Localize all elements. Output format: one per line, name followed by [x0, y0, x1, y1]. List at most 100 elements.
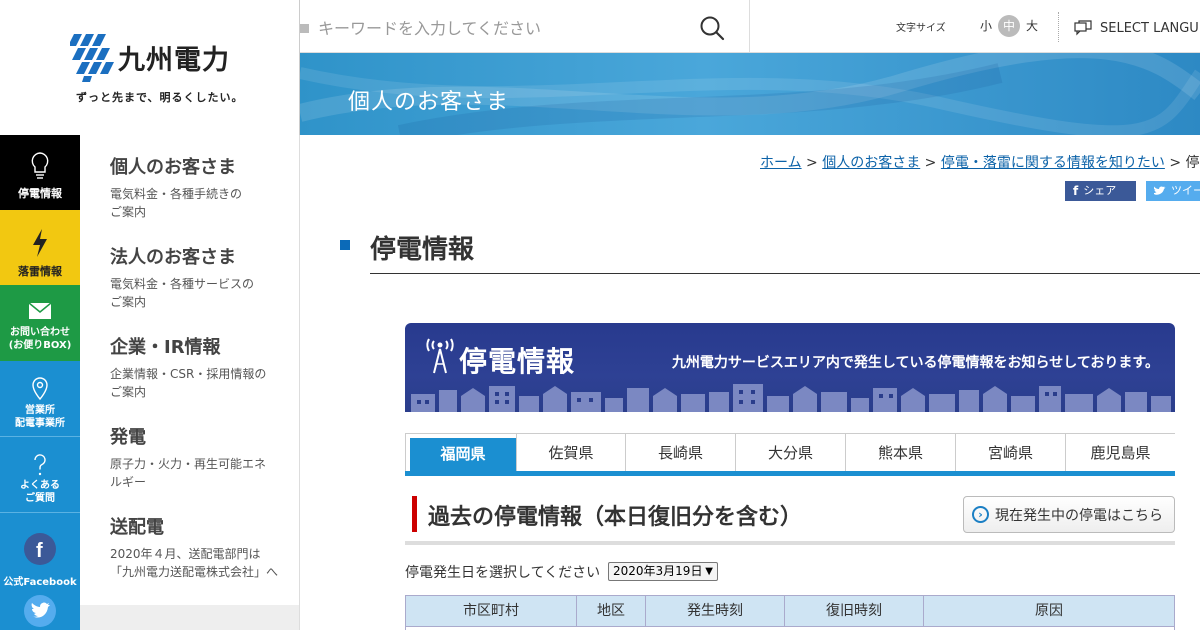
current-outage-label: 現在発生中の停電はこちら: [995, 507, 1163, 524]
logo-area: 九州電力 ずっと先まで、明るくしたい。: [0, 0, 300, 135]
sub-nav-title: 企業・IR情報: [110, 337, 221, 358]
table-header-cause: 原因: [923, 595, 1175, 627]
sub-nav-transmission[interactable]: 送配電 2020年４月、送配電部門は 「九州電力送配電株式会社」へ: [110, 513, 290, 581]
brand-tagline: ずっと先まで、明るくしたい。: [76, 91, 244, 104]
section-title: 過去の停電情報（本日復旧分を含む）: [428, 505, 803, 530]
breadcrumb-separator: >: [1164, 155, 1186, 171]
brand-name: 九州電力: [118, 44, 230, 76]
facebook-share-label: シェア: [1083, 184, 1117, 197]
search-bar: [300, 0, 750, 53]
font-size-label: 文字サイズ: [896, 23, 946, 34]
tab-miyazaki[interactable]: 宮崎県: [956, 433, 1066, 471]
breadcrumb-link-home[interactable]: ホーム: [760, 155, 802, 171]
breadcrumb-link-outage-info[interactable]: 停電・落雷に関する情報を知りたい: [941, 155, 1165, 171]
sub-nav: 個人のお客さま 電気料金・各種手続きの ご案内 法人のお客さま 電気料金・各種サ…: [80, 135, 300, 630]
table-header-district: 地区: [576, 595, 646, 627]
tab-kagoshima[interactable]: 鹿児島県: [1066, 433, 1175, 471]
language-label: SELECT LANGU: [1100, 20, 1199, 36]
icon-nav-label: 営業所 配電事業所: [15, 405, 65, 429]
search-marker: [300, 24, 309, 33]
icon-nav-faq[interactable]: よくある ご質問: [0, 437, 80, 513]
kyuden-logo-mark: [70, 34, 114, 82]
sub-nav-desc: 原子力・火力・再生可能エネ ルギー: [110, 457, 267, 489]
facebook-icon: f: [24, 533, 56, 565]
search-icon[interactable]: [698, 14, 726, 42]
twitter-icon[interactable]: [23, 594, 57, 628]
mail-icon: [28, 302, 52, 319]
icon-nav-label: 停電情報: [18, 187, 62, 200]
section-title-marker: [412, 496, 417, 532]
prefecture-tabs: 福岡県 佐賀県 長崎県 大分県 熊本県 宮崎県 鹿児島県: [405, 433, 1175, 476]
dropdown-arrow-icon: ▼: [705, 566, 713, 577]
utility-bar: 文字サイズ 小 中 大 SELECT LANGU: [750, 0, 1200, 53]
page-title: 停電情報: [370, 235, 475, 265]
sub-nav-title: 送配電: [110, 517, 164, 538]
breadcrumb: ホーム > 個人のお客さま > 停電・落雷に関する情報を知りたい > 停電: [760, 152, 1200, 172]
search-input[interactable]: [318, 8, 698, 48]
icon-nav-facebook[interactable]: f 公式Facebook: [0, 513, 80, 630]
sub-nav-title: 個人のお客さま: [110, 157, 236, 178]
breadcrumb-link-personal[interactable]: 個人のお客さま: [822, 155, 920, 171]
sub-nav-title: 法人のお客さま: [110, 247, 236, 268]
sub-nav-business[interactable]: 法人のお客さま 電気料金・各種サービスの ご案内: [110, 243, 290, 311]
icon-nav-contact[interactable]: お問い合わせ (お便りBOX): [0, 285, 80, 361]
twitter-share-button[interactable]: ツイー: [1146, 181, 1200, 201]
icon-nav: 停電情報 落雷情報 お問い合わせ (お便りBOX) 営業所 配電事業所 よくある…: [0, 135, 80, 630]
banner-title: 個人のお客さま: [348, 90, 510, 115]
twitter-share-label: ツイー: [1171, 184, 1200, 197]
sub-nav-corporate[interactable]: 企業・IR情報 企業情報・CSR・採用情報の ご案内: [110, 333, 290, 401]
table-header-occurred-time: 発生時刻: [645, 595, 785, 627]
icon-nav-label: 落雷情報: [18, 265, 62, 278]
sub-nav-promo-banner[interactable]: [80, 605, 299, 630]
sub-nav-desc: 電気料金・各種サービスの ご案内: [110, 277, 255, 309]
select-language-button[interactable]: SELECT LANGU: [1074, 20, 1199, 36]
table-header-restored-time: 復旧時刻: [784, 595, 924, 627]
lightning-icon: [33, 229, 47, 257]
icon-nav-label: よくある ご質問: [20, 480, 60, 504]
outage-hero-banner: 停電情報 九州電力サービスエリア内で発生している停電情報をお知らせしております。: [405, 323, 1175, 412]
chevron-right-icon: ›: [972, 506, 989, 523]
breadcrumb-separator: >: [920, 155, 941, 171]
font-size-medium-button[interactable]: 中: [998, 15, 1020, 37]
icon-nav-offices[interactable]: 営業所 配電事業所: [0, 361, 80, 437]
font-size-large-button[interactable]: 大: [1021, 15, 1043, 37]
brand-logo[interactable]: 九州電力: [70, 32, 230, 82]
question-icon: [34, 454, 46, 476]
utility-divider: [1058, 12, 1059, 42]
facebook-share-button[interactable]: f シェア: [1065, 181, 1136, 201]
icon-nav-label: お問い合わせ (お便りBOX): [8, 327, 72, 351]
date-select-value: 2020年3月19日: [613, 564, 703, 578]
sub-nav-generation[interactable]: 発電 原子力・火力・再生可能エネ ルギー: [110, 423, 290, 491]
tab-fukuoka[interactable]: 福岡県: [410, 438, 516, 471]
language-icon: [1074, 20, 1092, 36]
outage-date-select[interactable]: 2020年3月19日 ▼: [608, 562, 718, 581]
font-size-small-button[interactable]: 小: [975, 15, 997, 37]
antenna-icon: [426, 338, 454, 374]
icon-nav-label: 公式Facebook: [3, 577, 77, 588]
icon-nav-lightning[interactable]: 落雷情報: [0, 210, 80, 285]
tab-saga[interactable]: 佐賀県: [516, 433, 626, 471]
svg-text:f: f: [36, 540, 43, 562]
section-banner: 個人のお客さま: [300, 53, 1200, 135]
icon-nav-outage[interactable]: 停電情報: [0, 135, 80, 210]
table-row: [405, 626, 1175, 630]
section-rule: [405, 541, 1175, 545]
date-select-label: 停電発生日を選択してください: [405, 565, 601, 581]
facebook-icon: f: [1073, 184, 1079, 198]
sub-nav-desc: 電気料金・各種手続きの ご案内: [110, 187, 243, 219]
hero-title: 停電情報: [459, 345, 576, 378]
sub-nav-personal[interactable]: 個人のお客さま 電気料金・各種手続きの ご案内: [110, 153, 290, 221]
twitter-icon: [1154, 186, 1166, 195]
sub-nav-desc: 2020年４月、送配電部門は 「九州電力送配電株式会社」へ: [110, 547, 279, 579]
tab-oita[interactable]: 大分県: [736, 433, 846, 471]
breadcrumb-current: 停電: [1185, 155, 1200, 171]
lightbulb-icon: [31, 152, 49, 179]
tab-kumamoto[interactable]: 熊本県: [846, 433, 956, 471]
breadcrumb-separator: >: [801, 155, 823, 171]
page-title-marker: [340, 240, 350, 250]
current-outage-button[interactable]: › 現在発生中の停電はこちら: [963, 496, 1175, 533]
city-skyline-decoration: [411, 384, 1171, 412]
table-header-city: 市区町村: [405, 595, 577, 627]
hero-description: 九州電力サービスエリア内で発生している停電情報をお知らせしております。: [671, 355, 1159, 371]
tab-nagasaki[interactable]: 長崎県: [626, 433, 736, 471]
